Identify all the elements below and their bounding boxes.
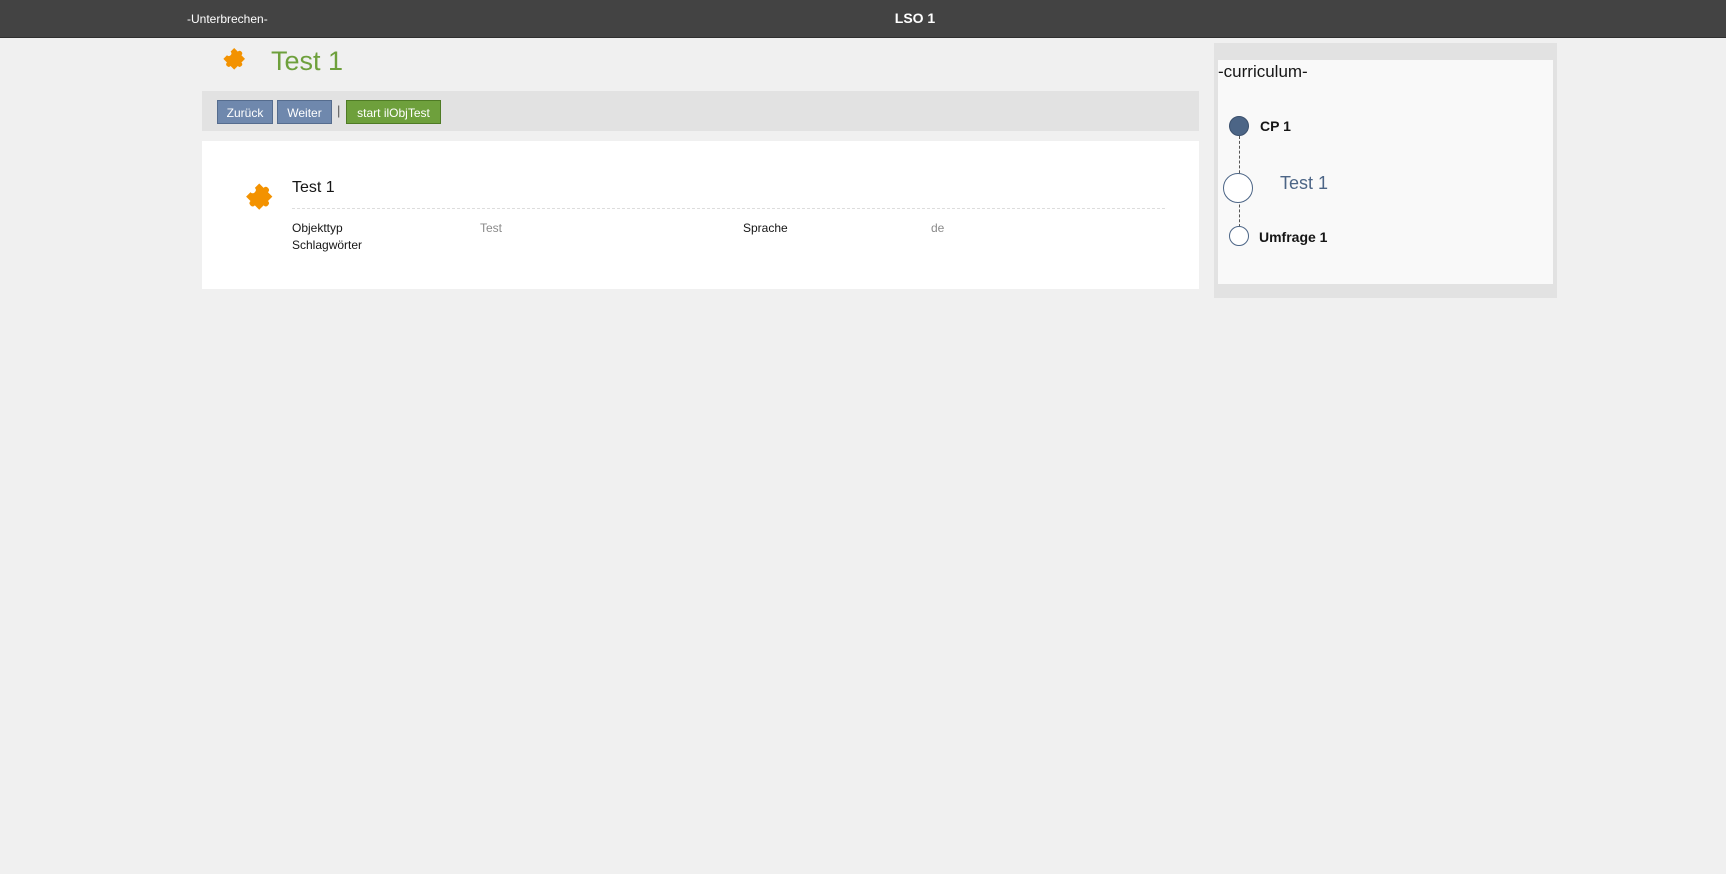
page-title: Test 1 <box>271 46 344 76</box>
curriculum-item-test1[interactable]: Test 1 <box>1280 173 1328 194</box>
property-label-schlagwoerter: Schlagwörter <box>292 238 363 252</box>
curriculum-item-cp1[interactable]: CP 1 <box>1260 118 1291 134</box>
object-title: Test 1 <box>292 179 335 196</box>
back-button[interactable]: Zurück <box>217 100 273 124</box>
toolbar-separator: | <box>337 103 341 118</box>
navigation-toolbar: Zurück Weiter | start ilObjTest <box>202 91 1199 131</box>
property-value-sprache: de <box>931 221 945 235</box>
curriculum-panel: -curriculum- CP 1 Test 1 Umfrage 1 <box>1214 43 1557 298</box>
title-divider <box>292 208 1165 209</box>
object-info-card: Test 1 Objekttyp Test Sprache de Schlagw… <box>202 141 1199 289</box>
curriculum-item-umfrage1[interactable]: Umfrage 1 <box>1259 229 1327 245</box>
curriculum-node-current <box>1223 173 1253 203</box>
lso-title: LSO 1 <box>894 10 936 26</box>
next-button[interactable]: Weiter <box>277 100 332 124</box>
puzzle-icon <box>223 48 246 70</box>
curriculum-node-open <box>1229 226 1249 246</box>
start-test-button[interactable]: start ilObjTest <box>346 100 441 124</box>
curriculum-title: -curriculum- <box>1218 62 1308 81</box>
property-label-objekttyp: Objekttyp <box>292 221 343 235</box>
property-value-objekttyp: Test <box>480 221 503 235</box>
top-bar: -Unterbrechen- LSO 1 <box>0 0 1726 38</box>
curriculum-inner: -curriculum- CP 1 Test 1 Umfrage 1 <box>1218 60 1553 284</box>
curriculum-node-completed <box>1229 116 1249 136</box>
puzzle-icon <box>246 183 273 210</box>
property-label-sprache: Sprache <box>743 221 788 235</box>
